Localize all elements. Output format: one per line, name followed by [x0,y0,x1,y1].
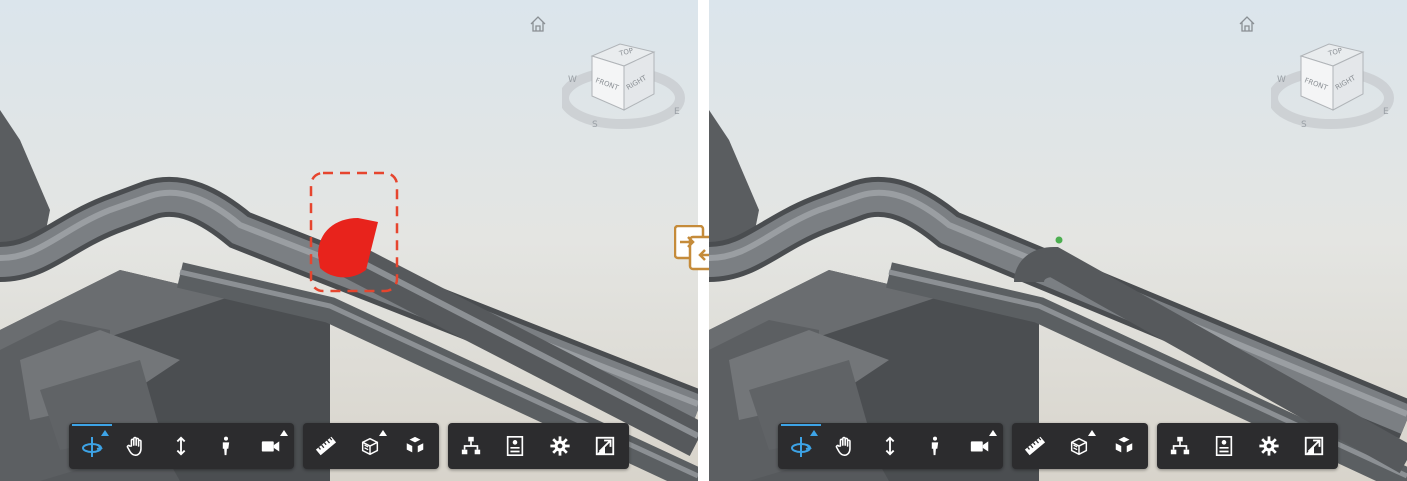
measure-icon [315,435,337,457]
explode-button[interactable] [395,426,435,466]
measure-button[interactable] [306,426,346,466]
camera-icon [969,435,991,457]
settings-icon [549,435,571,457]
zoom-button[interactable] [870,426,910,466]
pan-button[interactable] [825,426,865,466]
fullscreen-icon [594,435,616,457]
explode-icon [404,435,426,457]
pan-icon [834,435,856,457]
home-icon[interactable] [1237,14,1257,34]
svg-text:S: S [592,120,598,130]
navigation-tools [778,423,1003,469]
zoom-icon [879,435,901,457]
model-browser-button[interactable] [1160,426,1200,466]
model-browser-icon [460,435,482,457]
model-browser-icon [1169,435,1191,457]
fullscreen-button[interactable] [1294,426,1334,466]
settings-tools [1157,423,1338,469]
settings-button[interactable] [1249,426,1289,466]
orbit-icon [789,435,813,459]
pan-button[interactable] [116,426,156,466]
section-icon [359,435,381,457]
viewcube[interactable]: TOP FRONT RIGHT W S E [562,38,690,134]
svg-text:W: W [568,75,577,85]
section-icon [1068,435,1090,457]
properties-button[interactable] [1204,426,1244,466]
measure-button[interactable] [1015,426,1055,466]
home-icon[interactable] [528,14,548,34]
viewer-left[interactable]: TOP FRONT RIGHT W S E [0,0,698,481]
svg-text:E: E [674,107,680,117]
zoom-icon [170,435,192,457]
fullscreen-button[interactable] [585,426,625,466]
first-person-icon [215,435,237,457]
settings-button[interactable] [540,426,580,466]
model-tools [303,423,439,469]
camera-button[interactable] [251,426,291,466]
svg-text:W: W [1277,75,1286,85]
settings-icon [1258,435,1280,457]
explode-icon [1113,435,1135,457]
settings-tools [448,423,629,469]
viewer-right[interactable]: TOP FRONT RIGHT W S E [709,0,1407,481]
orbit-button[interactable] [72,424,112,468]
measure-icon [1024,435,1046,457]
section-button[interactable] [1059,426,1099,466]
fullscreen-icon [1303,435,1325,457]
properties-icon [504,435,526,457]
first-person-button[interactable] [915,426,955,466]
first-person-button[interactable] [206,426,246,466]
orbit-button[interactable] [781,424,821,468]
camera-button[interactable] [960,426,1000,466]
viewcube[interactable]: TOP FRONT RIGHT W S E [1271,38,1399,134]
pan-icon [125,435,147,457]
model-browser-button[interactable] [451,426,491,466]
section-button[interactable] [350,426,390,466]
properties-icon [1213,435,1235,457]
orbit-icon [80,435,104,459]
zoom-button[interactable] [161,426,201,466]
svg-text:S: S [1301,120,1307,130]
svg-text:E: E [1383,107,1389,117]
location-marker [1055,236,1063,244]
navigation-tools [69,423,294,469]
camera-icon [260,435,282,457]
explode-button[interactable] [1104,426,1144,466]
model-tools [1012,423,1148,469]
first-person-icon [924,435,946,457]
properties-button[interactable] [495,426,535,466]
